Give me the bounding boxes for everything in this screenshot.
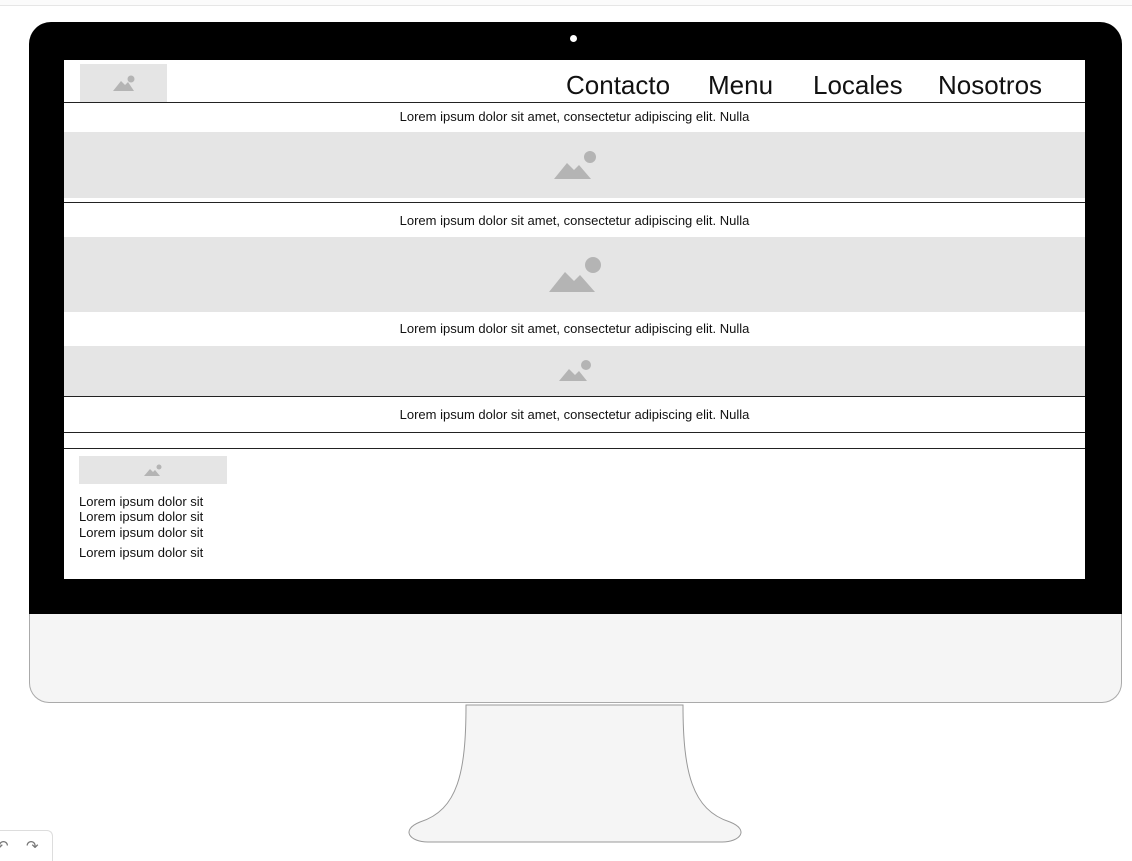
monitor-screen: Contacto Menu Locales Nosotros Lorem ips… — [64, 60, 1085, 579]
image-placeholder-icon — [553, 151, 596, 179]
monitor-stand — [408, 704, 742, 843]
section-text: Lorem ipsum dolor sit amet, consectetur … — [399, 109, 750, 124]
image-placeholder-icon — [144, 464, 162, 476]
undo-icon[interactable]: ↶ — [0, 837, 9, 855]
footer-line: Lorem ipsum dolor sit — [79, 525, 204, 540]
banner-image-placeholder[interactable] — [64, 132, 1085, 198]
nav-link-menu[interactable]: Menu — [708, 70, 773, 100]
nav-link-locales[interactable]: Locales — [813, 70, 903, 100]
logo-placeholder[interactable] — [80, 64, 167, 102]
banner-image-placeholder[interactable] — [64, 346, 1085, 396]
redo-icon[interactable]: ↷ — [26, 837, 39, 855]
image-placeholder-icon — [112, 75, 134, 91]
image-placeholder-icon — [548, 256, 601, 292]
image-placeholder-icon — [558, 360, 591, 381]
footer-line: Lorem ipsum dolor sit — [79, 509, 204, 524]
section-text-band: Lorem ipsum dolor sit amet, consectetur … — [64, 102, 1085, 132]
divider-band — [64, 432, 1085, 449]
undo-redo-toolbar: ↶ ↷ — [0, 830, 53, 861]
section-text: Lorem ipsum dolor sit amet, consectetur … — [399, 407, 750, 422]
nav-link-nosotros[interactable]: Nosotros — [938, 70, 1042, 100]
footer-logo-placeholder[interactable] — [79, 456, 227, 484]
section-text: Lorem ipsum dolor sit amet, consectetur … — [399, 321, 750, 336]
banner-image-placeholder[interactable] — [64, 237, 1085, 312]
section-text-band: Lorem ipsum dolor sit amet, consectetur … — [64, 396, 1085, 433]
section-text-band: Lorem ipsum dolor sit amet, consectetur … — [64, 312, 1085, 346]
footer-line: Lorem ipsum dolor sit — [79, 545, 204, 560]
page-top-strip — [0, 0, 1132, 6]
footer-line: Lorem ipsum dolor sit — [79, 494, 204, 509]
monitor-chin — [29, 614, 1122, 703]
section-text: Lorem ipsum dolor sit amet, consectetur … — [399, 213, 750, 228]
camera-dot-icon — [570, 35, 577, 42]
section-text-band: Lorem ipsum dolor sit amet, consectetur … — [64, 202, 1085, 237]
nav-link-contacto[interactable]: Contacto — [566, 70, 670, 100]
